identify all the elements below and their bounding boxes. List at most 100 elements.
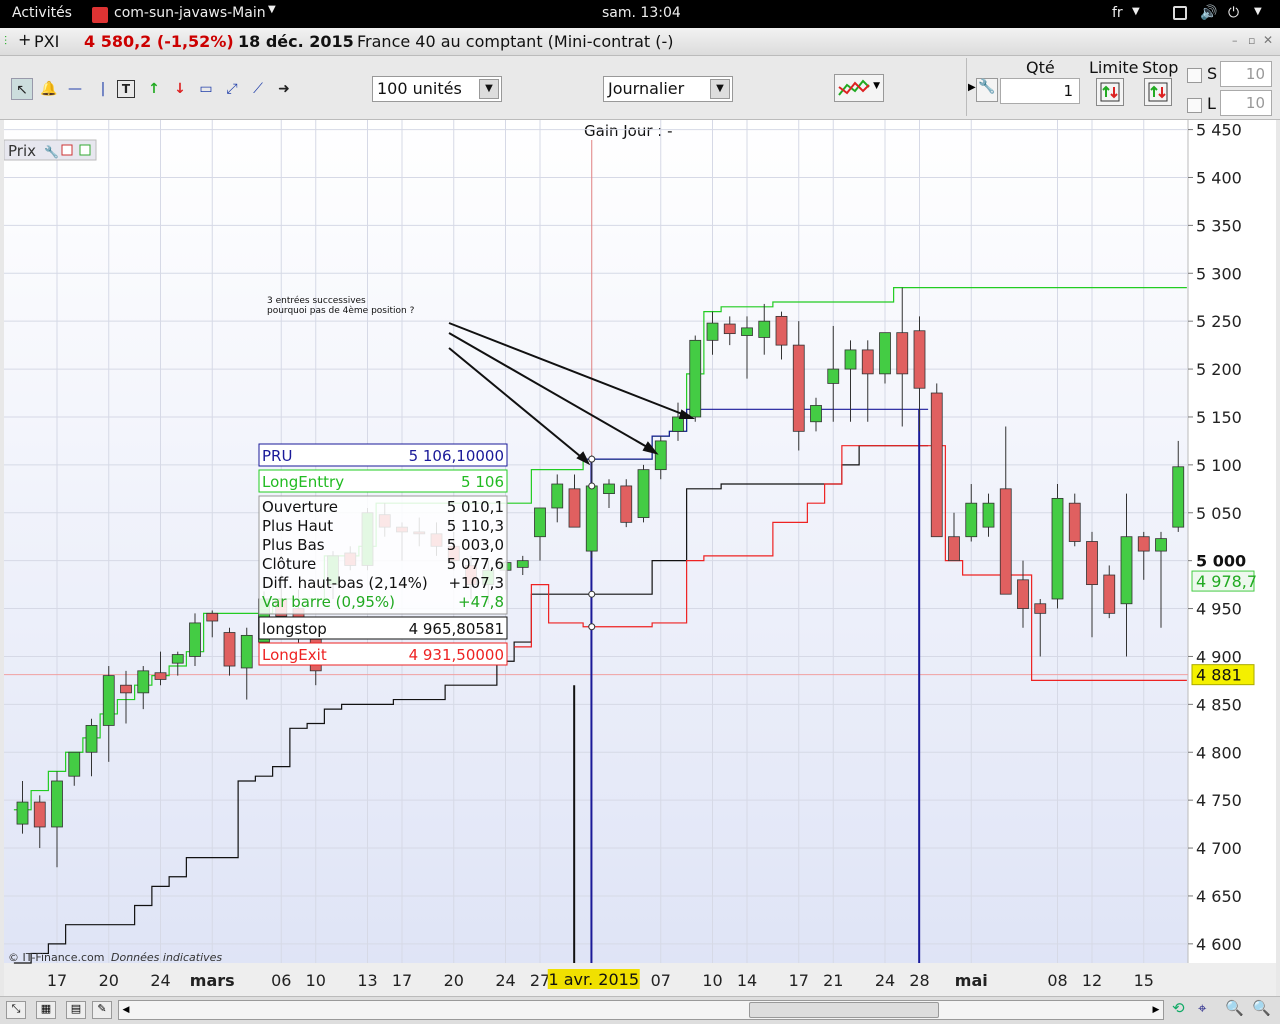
qty-input[interactable]: 1	[1000, 78, 1080, 104]
x-tick-label: 27	[530, 971, 550, 990]
trendline-icon[interactable]: ⤢	[221, 78, 243, 100]
indicator-menu-button[interactable]: ▼	[834, 74, 884, 102]
candle-body-down	[206, 612, 219, 622]
draw-icon[interactable]: ✎	[92, 1001, 112, 1019]
x-tick-label: 13	[357, 971, 377, 990]
buy-arrow-icon[interactable]: ↑	[143, 78, 165, 100]
period-select[interactable]: Journalier ▼	[603, 76, 733, 102]
app-menu[interactable]: com-sun-javaws-Main	[114, 5, 266, 21]
data-tooltip: PRU 5 106,10000 LongEnttry 5 106 Ouvertu…	[258, 443, 508, 666]
scroll-right-icon[interactable]: ▶	[1149, 1001, 1163, 1019]
y-tick-label: 5 250	[1196, 312, 1242, 331]
limit-label: Limite	[1089, 58, 1139, 77]
calendar-icon[interactable]: ▦	[36, 1001, 56, 1019]
x-tick-label: 21	[823, 971, 843, 990]
expand-arrow-icon[interactable]: ▶	[968, 82, 976, 93]
plus-icon[interactable]: +	[18, 30, 31, 49]
grid-icon[interactable]: ▤	[66, 1001, 86, 1019]
chevron-down-icon[interactable]: ▼	[1132, 6, 1140, 17]
crosshair-icon[interactable]: ⌖	[1198, 999, 1206, 1017]
zoom-fit-icon[interactable]: ⤡	[6, 1001, 26, 1019]
candle[interactable]	[930, 383, 943, 538]
y-tick-label: 4 650	[1196, 887, 1242, 906]
y-tick-label: 5 300	[1196, 264, 1242, 283]
volume-icon[interactable]: 🔊	[1200, 5, 1217, 21]
add-panel-icon[interactable]	[79, 144, 91, 156]
alert-bell-icon[interactable]: 🔔	[38, 78, 60, 100]
candle[interactable]	[1051, 484, 1064, 609]
candle-body-up	[102, 675, 115, 726]
pru-label: PRU	[262, 447, 292, 465]
pru-value: 5 106,10000	[409, 447, 504, 465]
candle[interactable]	[637, 464, 650, 523]
zoom-in-icon[interactable]: 🔍	[1252, 999, 1271, 1017]
restore-icon[interactable]: ▫	[1248, 34, 1255, 47]
pointer-tool-icon[interactable]: ↖	[11, 78, 33, 100]
power-icon[interactable]: ⏻	[1228, 5, 1239, 21]
candle-body-up	[16, 801, 29, 825]
y-tick-label: 4 750	[1196, 791, 1242, 810]
panel-label: Prix	[8, 142, 36, 160]
scroll-left-icon[interactable]: ◀	[119, 1001, 133, 1019]
x-tick-label: 24	[875, 971, 895, 990]
chevron-down-icon[interactable]: ▼	[479, 79, 499, 99]
tooltip-row-value: +47,8	[458, 593, 504, 611]
zoom-out-icon[interactable]: 🔍	[1225, 999, 1244, 1017]
copyright-note: Données indicatives	[111, 951, 222, 964]
candle-body-down	[792, 344, 805, 432]
longstop-value: 4 965,80581	[409, 620, 504, 638]
horizontal-scrollbar[interactable]: ◀ ▶	[118, 1000, 1164, 1020]
y-tick-label: 4 950	[1196, 600, 1242, 619]
candle[interactable]	[620, 479, 633, 528]
x-tick-label: 12	[1082, 971, 1102, 990]
chart-panel[interactable]: Gain Jour : - 4 600 4 650 4 700 4 750 4 800 4…	[3, 120, 1276, 996]
remove-panel-icon[interactable]	[61, 144, 73, 156]
x-tick-label: 10	[306, 971, 326, 990]
wrench-icon[interactable]: 🔧	[976, 78, 998, 102]
stop-order-button[interactable]	[1144, 78, 1172, 106]
candle-body-down	[33, 801, 46, 828]
arrow-tool-icon[interactable]: ➜	[273, 78, 295, 100]
candle-body-down	[930, 392, 943, 538]
rectangle-tool-icon[interactable]: ▭	[195, 78, 217, 100]
close-icon[interactable]: ✕	[1263, 33, 1273, 47]
limit-order-button[interactable]	[1096, 78, 1124, 106]
limit-checkbox[interactable]	[1187, 98, 1202, 113]
activities-button[interactable]: Activités	[12, 5, 72, 21]
l-input[interactable]: 10	[1220, 90, 1272, 116]
horizontal-line-icon[interactable]: —	[64, 78, 86, 100]
language-indicator[interactable]: fr	[1112, 5, 1123, 21]
candle[interactable]	[689, 335, 702, 422]
clock[interactable]: sam. 13:04	[602, 5, 681, 21]
undo-zoom-icon[interactable]: ⟲	[1172, 999, 1185, 1017]
window-icon[interactable]	[1173, 6, 1187, 20]
s-input[interactable]: 10	[1220, 61, 1272, 87]
vertical-line-icon[interactable]: |	[92, 78, 114, 100]
price-chart[interactable]: Gain Jour : - 4 600 4 650 4 700 4 750 4 800 4…	[3, 120, 1276, 996]
sell-arrow-icon[interactable]: ↓	[169, 78, 191, 100]
scroll-thumb[interactable]	[749, 1002, 939, 1018]
wrench-icon[interactable]: 🔧	[44, 144, 59, 159]
stop-checkbox[interactable]	[1187, 68, 1202, 83]
crosshair-marker	[588, 482, 596, 490]
symbol: PXI	[34, 32, 60, 51]
chevron-down-icon[interactable]: ▼	[710, 79, 730, 99]
x-tick-label: 15	[1134, 971, 1154, 990]
text-tool-icon[interactable]: T	[117, 80, 135, 98]
chevron-down-icon[interactable]: ▼	[268, 4, 276, 15]
tooltip-row-value: 5 003,0	[447, 536, 504, 554]
chevron-down-icon[interactable]: ▼	[1254, 6, 1262, 17]
x-tick-label: 07	[651, 971, 671, 990]
minimize-icon[interactable]: –	[1232, 34, 1238, 47]
x-tick-label: 24	[150, 971, 170, 990]
ray-tool-icon[interactable]: ⟋	[247, 78, 269, 100]
y-axis-background	[1188, 120, 1276, 963]
candle-icon: ⫶	[4, 34, 8, 48]
candle-body-down	[120, 684, 132, 694]
candle-body-up	[1155, 538, 1167, 552]
y-tick-label: 5 150	[1196, 408, 1242, 427]
candle-body-down	[223, 632, 236, 667]
units-select[interactable]: 100 unités ▼	[372, 76, 502, 102]
x-tick-label: 24	[495, 971, 515, 990]
candle-body-down	[723, 323, 736, 335]
